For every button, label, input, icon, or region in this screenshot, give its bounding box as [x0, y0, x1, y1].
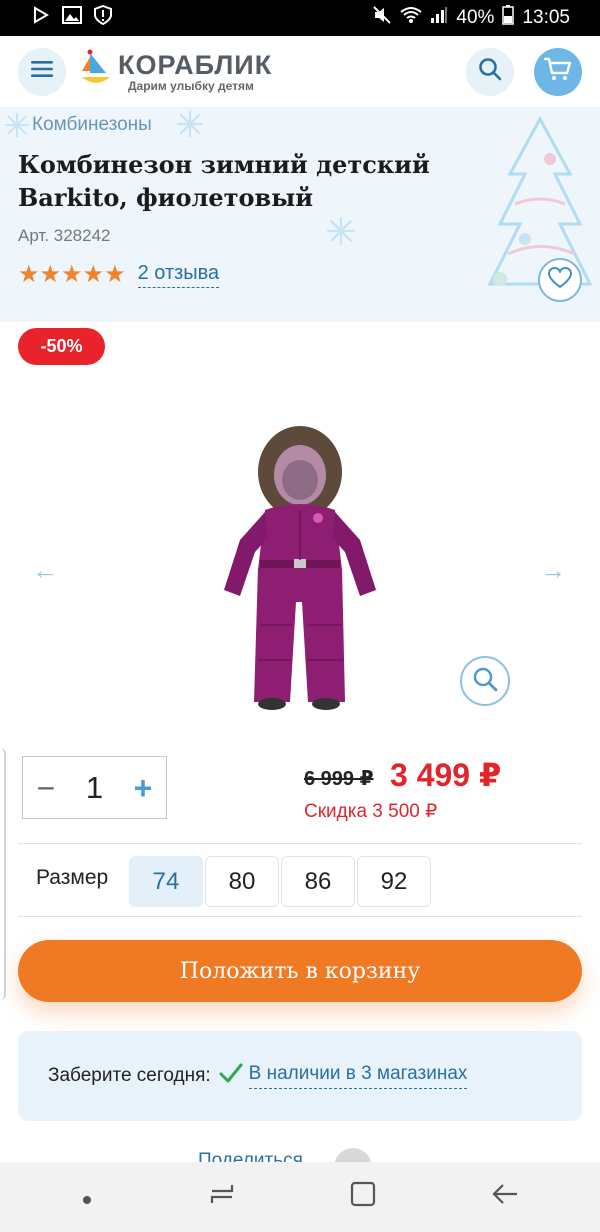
status-bar: 40% 13:05 — [0, 0, 600, 36]
menu-icon — [31, 60, 53, 83]
home-icon[interactable] — [350, 1181, 376, 1214]
nav-dot-icon[interactable] — [81, 1182, 93, 1213]
heart-icon — [547, 266, 573, 294]
quantity-decrease-button[interactable]: − — [23, 772, 69, 804]
divider — [18, 843, 582, 844]
quantity-stepper: − 1 + — [22, 756, 167, 819]
product-rating: ★★★★★ 2 отзыва — [18, 260, 220, 289]
product-title: Комбинезон зимний детский Barkito, фиоле… — [18, 150, 430, 212]
mute-icon — [372, 5, 392, 31]
rating-stars: ★★★★★ — [18, 261, 126, 288]
favorite-button[interactable] — [538, 258, 582, 302]
recent-apps-icon[interactable] — [208, 1182, 236, 1213]
back-icon[interactable] — [491, 1182, 519, 1213]
status-left-icons — [32, 4, 112, 31]
logo-tagline: Дарим улыбку детям — [128, 78, 254, 93]
snowflake-decoration — [177, 111, 203, 137]
pickup-label: Заберите сегодня: — [48, 1065, 211, 1086]
ship-logo-icon — [80, 49, 112, 94]
gallery-next-arrow[interactable]: → — [540, 555, 566, 586]
search-icon — [478, 57, 502, 86]
cart-button[interactable] — [534, 47, 582, 96]
play-store-icon — [32, 6, 50, 30]
snowflake-decoration — [327, 217, 355, 245]
side-edge-handle — [0, 748, 6, 1000]
availability-box: Заберите сегодня: В наличии в 3 магазина… — [18, 1031, 582, 1121]
signal-icon — [430, 6, 448, 30]
status-right: 40% 13:05 — [372, 5, 570, 31]
current-price: 3 499 ₽ — [390, 757, 502, 793]
reviews-link[interactable]: 2 отзыва — [137, 262, 220, 288]
logo-title: КОРАБЛИК — [118, 49, 273, 80]
battery-level: 40% — [456, 7, 495, 28]
menu-button[interactable] — [18, 47, 66, 96]
size-selector: 74 80 86 92 — [129, 856, 431, 907]
site-logo[interactable]: КОРАБЛИК Дарим улыбку детям — [80, 49, 272, 94]
discount-badge: -50% — [18, 328, 105, 365]
article-number: Арт. 328242 — [18, 226, 111, 245]
quantity-value[interactable]: 1 — [69, 770, 120, 806]
old-price: 6 999 ₽ — [304, 768, 374, 790]
android-nav-bar — [0, 1162, 600, 1232]
site-header: КОРАБЛИК Дарим улыбку детям — [0, 36, 600, 108]
size-label: Размер — [36, 866, 109, 889]
quantity-increase-button[interactable]: + — [120, 772, 166, 804]
stores-availability-link[interactable]: В наличии в 3 магазинах — [248, 1063, 468, 1089]
search-button[interactable] — [466, 47, 514, 96]
gallery-icon — [62, 6, 82, 30]
size-option-74[interactable]: 74 — [129, 856, 203, 907]
gallery-prev-arrow[interactable]: ← — [32, 555, 58, 586]
discount-amount: Скидка 3 500 ₽ — [304, 801, 438, 822]
snowflake-decoration — [5, 113, 29, 137]
battery-icon — [502, 5, 515, 31]
size-option-92[interactable]: 92 — [357, 856, 431, 907]
size-option-86[interactable]: 86 — [281, 856, 355, 907]
divider — [18, 916, 582, 917]
wifi-icon — [400, 6, 423, 30]
add-to-cart-button[interactable]: Положить в корзину — [18, 940, 582, 1002]
product-image[interactable] — [210, 420, 390, 715]
clock: 13:05 — [522, 7, 570, 28]
check-icon — [219, 1062, 243, 1091]
alert-icon — [94, 4, 112, 31]
size-option-80[interactable]: 80 — [205, 856, 279, 907]
zoom-button[interactable] — [460, 656, 510, 706]
product-header: Комбинезоны Комбинезон зимний детский Ba… — [0, 108, 600, 322]
cart-icon — [543, 57, 572, 86]
zoom-icon — [472, 666, 498, 697]
breadcrumb[interactable]: Комбинезоны — [32, 114, 152, 136]
